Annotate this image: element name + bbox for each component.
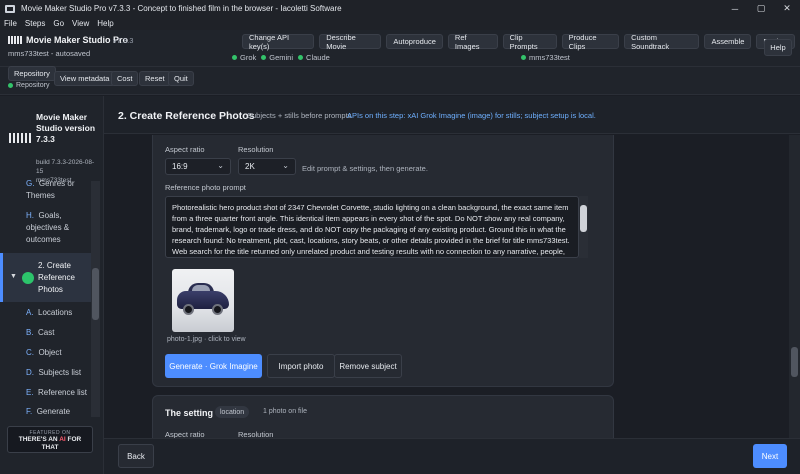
app-logo-icon	[5, 4, 15, 13]
toolbar: Repository View metadata Cost Reset Quit	[0, 66, 800, 95]
reset-button[interactable]: Reset	[139, 71, 171, 86]
chevron-down-icon: ⌄	[217, 161, 224, 170]
menu-help[interactable]: Help	[97, 19, 113, 28]
sidebar-item-goals[interactable]: H. Goals, objectives & outcomes	[26, 210, 86, 246]
back-button[interactable]: Back	[118, 444, 154, 468]
page-title: 2. Create Reference Photos	[118, 110, 255, 122]
sidebar-item-reference-list[interactable]: E. Reference list	[26, 387, 116, 399]
photo-caption[interactable]: photo-1.jpg · click to view	[167, 336, 246, 343]
caret-down-icon[interactable]: ▼	[10, 273, 17, 280]
provider-gemini: Gemini	[261, 53, 293, 62]
reference-photo-thumbnail[interactable]	[172, 269, 234, 332]
menu-file[interactable]: File	[4, 19, 17, 28]
provider-status: Grok Gemini Claude	[232, 53, 335, 62]
featured-badge[interactable]: FEATURED ON THERE'S AN AI FOR THAT	[7, 426, 93, 453]
status-dot-icon	[8, 83, 13, 88]
project-status: mms733test	[521, 53, 570, 62]
generate-grok-imagine-button[interactable]: Generate · Grok Imagine	[165, 354, 262, 378]
help-button[interactable]: Help	[764, 39, 792, 56]
clip-prompts-button[interactable]: Clip Prompts	[502, 33, 557, 51]
aspect-ratio-label: Aspect ratio	[165, 145, 205, 154]
sidebar-item-cast[interactable]: B. Cast	[26, 327, 116, 339]
menu-view[interactable]: View	[72, 19, 89, 28]
import-photo-button[interactable]: Import photo	[267, 354, 335, 378]
status-dot-icon	[298, 55, 304, 60]
brand-version: v7.3.3	[113, 36, 134, 45]
film-logo-icon	[8, 36, 22, 44]
produce-clips-button[interactable]: Produce Clips	[561, 33, 620, 51]
featured-line2: THERE'S AN AI FOR	[18, 436, 82, 443]
maximize-icon[interactable]: ▢	[748, 0, 774, 17]
cost-button[interactable]: Cost	[111, 71, 139, 86]
build-label: build 7.3.3-2026-08-15	[36, 159, 95, 175]
remove-subject-button[interactable]: Remove subject	[334, 354, 402, 378]
sidebar-item-object[interactable]: C. Object	[26, 347, 116, 359]
aspect-ratio-label: Aspect ratio	[165, 430, 205, 438]
step-header: 2. Create Reference Photos Subjects + st…	[104, 96, 800, 134]
resolution-label: Resolution	[238, 430, 274, 438]
status-dot-icon	[521, 55, 526, 60]
step-nav: Change API key(s) Describe Movie Autopro…	[242, 33, 800, 51]
menu-go[interactable]: Go	[53, 19, 64, 28]
check-circle-icon	[22, 272, 34, 284]
status-dot-icon	[232, 55, 237, 60]
quit-button[interactable]: Quit	[168, 71, 194, 86]
setting-title: The setting	[165, 408, 214, 418]
film-logo-icon	[9, 133, 31, 143]
repository-status: Repository	[8, 82, 49, 89]
main-scrollbar[interactable]	[789, 135, 800, 438]
car-image-wheel	[183, 304, 194, 315]
minimize-icon[interactable]: ─	[722, 0, 748, 17]
api-note: APIs on this step: xAI Grok Imagine (ima…	[347, 111, 596, 120]
edit-hint: Edit prompt & settings, then generate.	[302, 164, 428, 173]
aspect-ratio-select[interactable]: 16:9 ⌄	[165, 158, 231, 175]
sidebar-item-generate[interactable]: F. Generate	[26, 406, 116, 418]
menu-bar: File Steps Go View Help	[0, 17, 800, 30]
ref-images-button[interactable]: Ref Images	[447, 33, 498, 51]
prompt-label: Reference photo prompt	[165, 183, 246, 192]
prompt-scroll-thumb[interactable]	[580, 205, 587, 232]
close-icon[interactable]: ✕	[774, 0, 800, 17]
app-header: Movie Maker Studio Pro v7.3.3 mms733test…	[0, 30, 800, 67]
main-content: Aspect ratio 16:9 ⌄ Resolution 2K ⌄ Edit…	[104, 135, 790, 438]
sidebar-item-locations[interactable]: A. Locations	[26, 307, 116, 319]
custom-soundtrack-button[interactable]: Custom Soundtrack	[624, 33, 700, 51]
describe-movie-button[interactable]: Describe Movie	[319, 33, 382, 51]
assemble-button[interactable]: Assemble	[704, 34, 752, 49]
subject-card: Aspect ratio 16:9 ⌄ Resolution 2K ⌄ Edit…	[152, 135, 614, 387]
status-dot-icon	[261, 55, 267, 60]
resolution-select[interactable]: 2K ⌄	[238, 158, 296, 175]
window-controls: ─ ▢ ✕	[722, 0, 800, 17]
view-metadata-button[interactable]: View metadata	[54, 71, 116, 86]
sidebar-item-subjects-list[interactable]: D. Subjects list	[26, 367, 116, 379]
next-button[interactable]: Next	[753, 444, 787, 468]
resolution-label: Resolution	[238, 145, 274, 154]
repository-button[interactable]: Repository	[8, 66, 56, 81]
sidebar-item-create-reference-photos[interactable]: 2. Create Reference Photos	[38, 260, 86, 296]
provider-grok: Grok	[232, 53, 256, 62]
title-bar: Movie Maker Studio Pro v7.3.3 - Concept …	[0, 0, 800, 17]
change-api-keys-button[interactable]: Change API key(s)	[242, 33, 315, 51]
featured-line3: THAT	[41, 444, 59, 451]
autoproduce-button[interactable]: Autoproduce	[386, 34, 443, 49]
setting-type-badge: location	[215, 406, 250, 418]
photo-count: 1 photo on file	[263, 408, 307, 415]
car-image-wheel	[212, 304, 223, 315]
autosave-status: mms733test - autosaved	[8, 49, 91, 58]
step-subtitle: Subjects + stills before prompts	[247, 111, 352, 120]
provider-claude: Claude	[298, 53, 330, 62]
chevron-down-icon: ⌄	[282, 161, 289, 170]
main-scroll-thumb[interactable]	[791, 347, 798, 377]
setting-card: The setting location 1 photo on file Asp…	[152, 395, 614, 438]
menu-steps[interactable]: Steps	[25, 19, 45, 28]
sidebar-item-genres[interactable]: G. Genres or Themes	[26, 178, 86, 202]
reference-prompt-textarea[interactable]: Photorealistic hero product shot of 2347…	[165, 196, 579, 258]
window-title: Movie Maker Studio Pro v7.3.3 - Concept …	[21, 4, 342, 13]
footer-nav: Back Next	[104, 438, 800, 474]
sidebar-scroll-thumb[interactable]	[92, 268, 99, 320]
sidebar-title: Movie Maker Studio version 7.3.3	[36, 112, 96, 144]
